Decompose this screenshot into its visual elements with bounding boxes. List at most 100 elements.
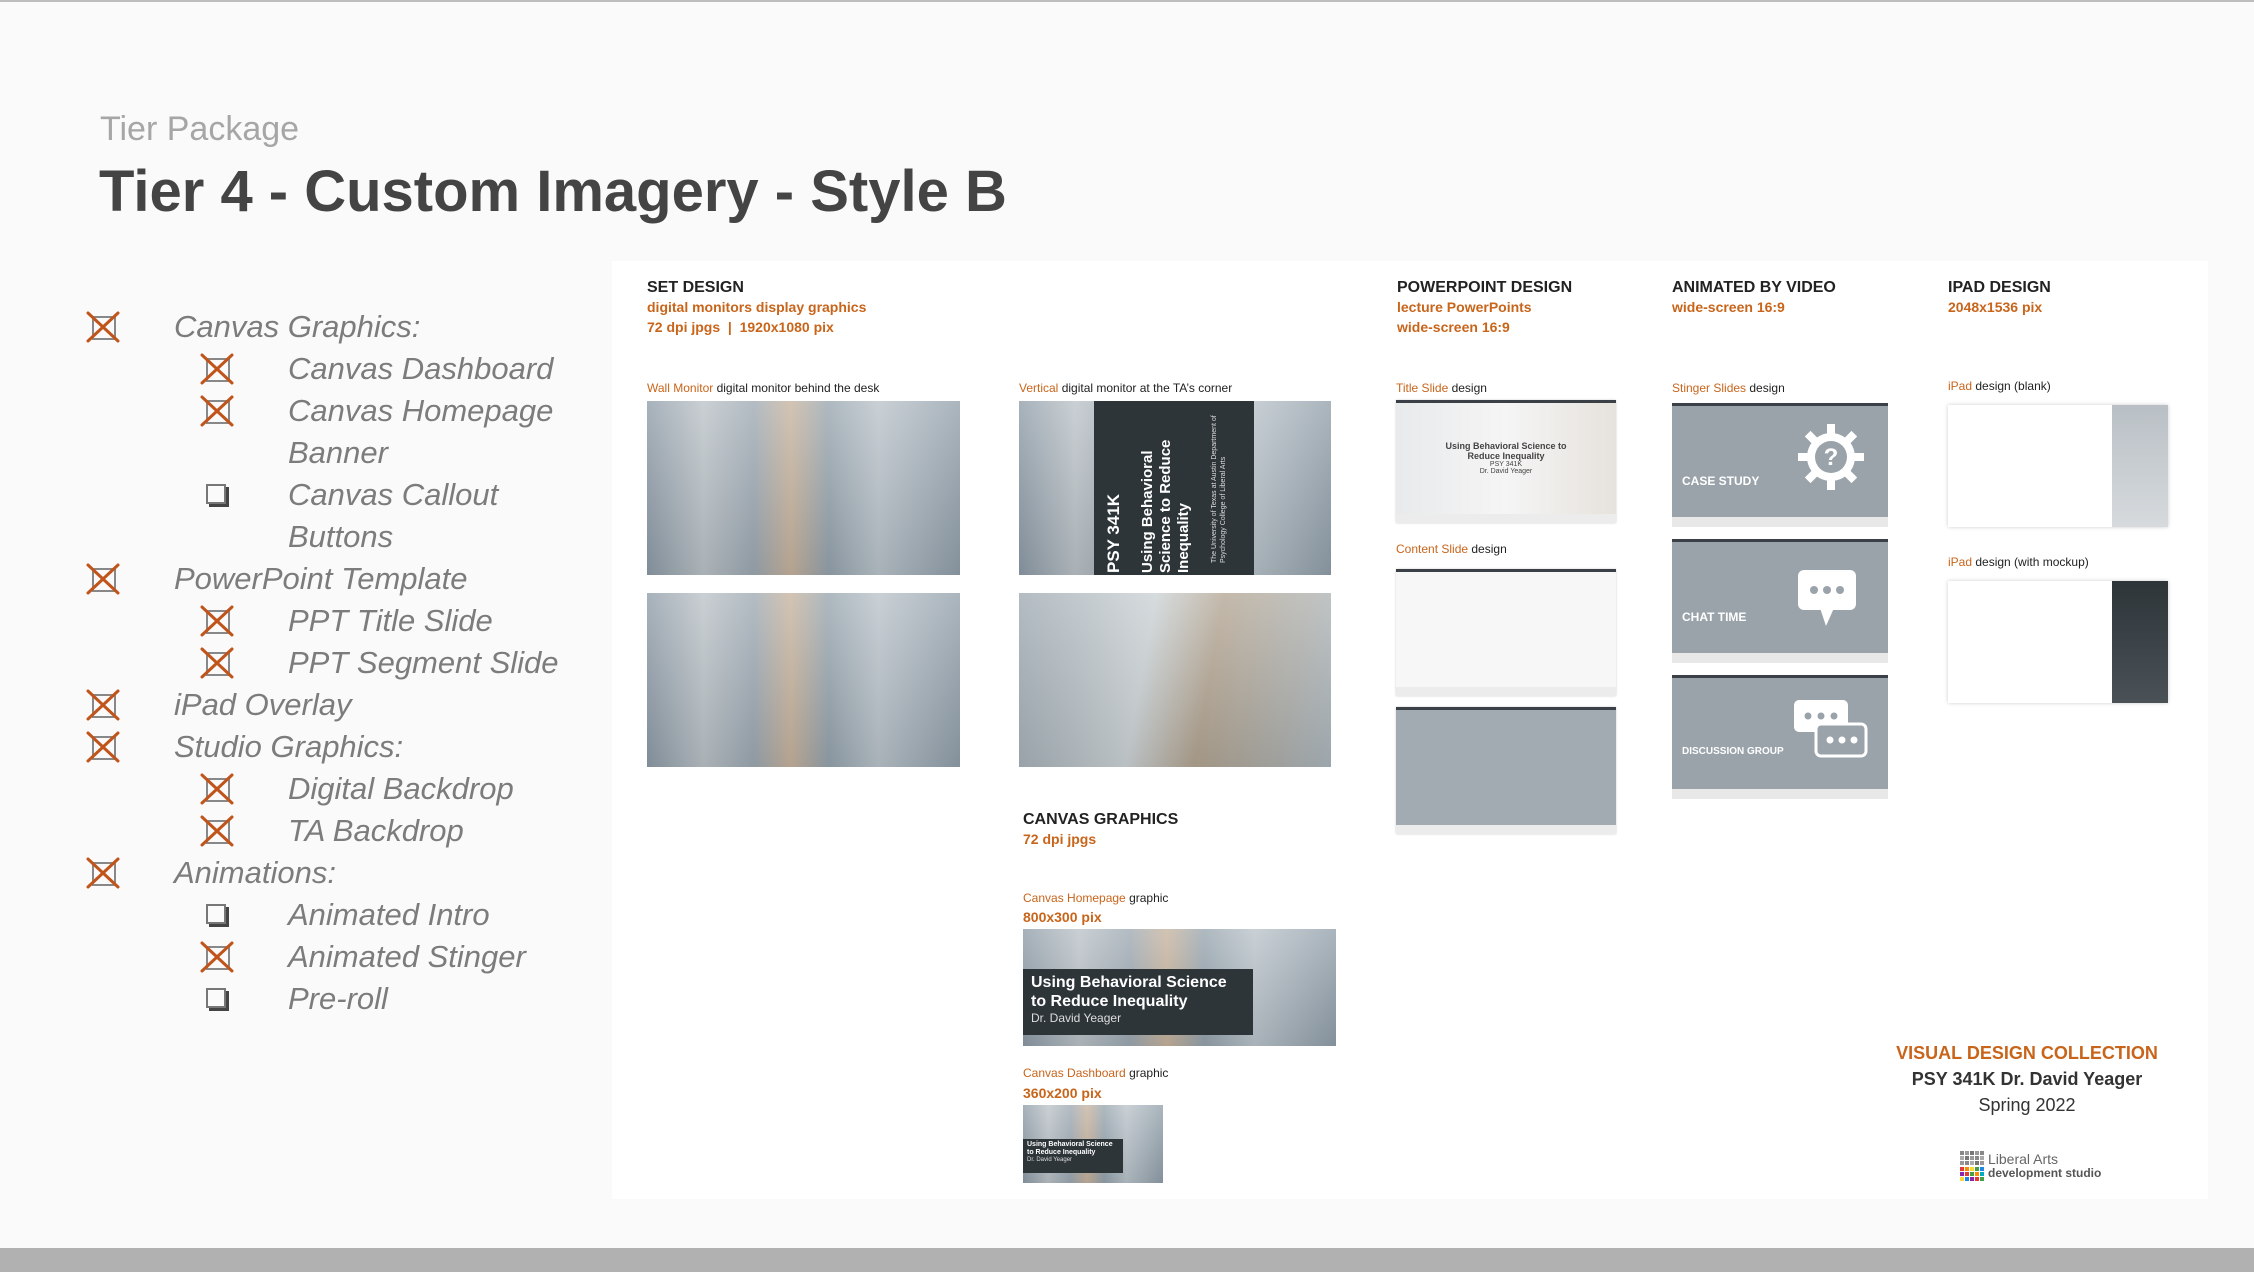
set-design-sub2: 72 dpi jpgs | 1920x1080 pix — [647, 319, 834, 335]
canvas-graphics-sub: 72 dpi jpgs — [1023, 831, 1097, 847]
checklist-item-label: PPT Segment Slide — [288, 645, 559, 680]
vertical-monitor-image-2 — [1019, 593, 1331, 767]
slide-author: Dr. David Yeager — [1479, 468, 1533, 475]
checklist-item-label: TA Backdrop — [288, 813, 464, 848]
checklist-item: Canvas Homepage — [86, 390, 606, 432]
content-slide-label: Content Slide design — [1396, 542, 1507, 556]
ipad-heading: IPAD DESIGN — [1948, 279, 2051, 296]
checklist-item: Animated Stinger — [86, 936, 606, 978]
checklist-item: Animations: — [86, 852, 606, 894]
checklist-item-label: Buttons — [288, 519, 394, 554]
checklist-item: Studio Graphics: — [86, 726, 606, 768]
case-study-text: CASE STUDY — [1682, 474, 1760, 488]
checklist-item: Pre-roll — [86, 978, 606, 1020]
unchecked-box-icon — [206, 988, 228, 1010]
vertical-card-subtitle: Using Behavioral Science to Reduce Inequ… — [1139, 439, 1192, 573]
dashboard-title: Using Behavioral Science to Reduce Inequ… — [1027, 1141, 1113, 1156]
checked-box-icon — [86, 731, 120, 763]
stinger-discussion-group: DISCUSSION GROUP — [1672, 675, 1888, 799]
vertical-title-card: PSY 341K Using Behavioral Science to Red… — [1094, 401, 1254, 575]
unchecked-box-icon — [206, 904, 228, 926]
set-design-sub1: digital monitors display graphics — [647, 299, 867, 315]
chat-time-text: CHAT TIME — [1682, 610, 1747, 624]
svg-text:?: ? — [1824, 444, 1839, 471]
collection-title: VISUAL DESIGN COLLECTION — [1896, 1043, 2158, 1063]
stinger-label: Stinger Slides design — [1672, 381, 1785, 395]
bottom-bar — [0, 1248, 2254, 1272]
checklist-item: PowerPoint Template — [86, 558, 606, 600]
vertical-card-department: The University of Texas at Austin Depart… — [1211, 415, 1227, 563]
checked-box-icon — [86, 311, 120, 343]
checklist-item-label: Animated Stinger — [288, 939, 526, 974]
checked-box-icon — [86, 563, 120, 595]
powerpoint-heading: POWERPOINT DESIGN — [1397, 279, 1573, 296]
checked-box-icon — [200, 395, 234, 427]
homepage-title-card: Using Behavioral Science to Reduce Inequ… — [1023, 969, 1253, 1035]
ipad-mockup-preview — [1948, 581, 2168, 703]
vertical-monitor-image-1: PSY 341K Using Behavioral Science to Red… — [1019, 401, 1331, 575]
checklist-item-label: Banner — [288, 435, 388, 470]
homepage-title: Using Behavioral Science to Reduce Inequ… — [1031, 974, 1227, 1010]
checklist-item: Canvas Dashboard — [86, 348, 606, 390]
collection-info: VISUAL DESIGN COLLECTION PSY 341K Dr. Da… — [1867, 1040, 2187, 1118]
checked-box-icon — [200, 353, 234, 385]
checklist-item: iPad Overlay — [86, 684, 606, 726]
ipad-blank-label: iPad design (blank) — [1948, 379, 2051, 393]
powerpoint-sub2: wide-screen 16:9 — [1397, 319, 1510, 335]
checked-box-icon — [86, 689, 120, 721]
checklist-item: TA Backdrop — [86, 810, 606, 852]
checked-box-icon — [200, 773, 234, 805]
dashboard-author: Dr. David Yeager — [1027, 1157, 1073, 1163]
logo-line-2: development studio — [1988, 1166, 2102, 1180]
powerpoint-sub1: lecture PowerPoints — [1397, 299, 1532, 315]
checklist-item-label: Canvas Dashboard — [288, 351, 554, 386]
checked-box-icon — [200, 941, 234, 973]
ipad-blank-preview — [1948, 405, 2168, 527]
canvas-dashboard-size: 360x200 pix — [1023, 1085, 1102, 1101]
collection-course: PSY 341K Dr. David Yeager — [1911, 1069, 2143, 1089]
slide-course: PSY 341K — [1489, 461, 1523, 468]
animated-sub1: wide-screen 16:9 — [1672, 299, 1785, 315]
checklist-item-label: Studio Graphics: — [174, 729, 404, 764]
ipad-sub1: 2048x1536 pix — [1948, 299, 2043, 315]
deliverables-checklist: Canvas Graphics: Canvas Dashboard Canvas H… — [86, 306, 606, 1020]
logo-grid-icon — [1960, 1151, 1984, 1181]
content-slide-preview-2 — [1396, 707, 1616, 834]
dashboard-title-card: Using Behavioral Science to Reduce Inequ… — [1023, 1139, 1123, 1173]
canvas-homepage-image: Using Behavioral Science to Reduce Inequ… — [1023, 929, 1336, 1046]
ipad-mockup-label: iPad design (with mockup) — [1948, 555, 2089, 569]
canvas-dashboard-image: Using Behavioral Science to Reduce Inequ… — [1023, 1105, 1163, 1183]
slide-title: Using Behavioral Science to Reduce Inequ… — [1445, 441, 1567, 461]
checklist-item: Canvas Callout — [86, 474, 606, 516]
checklist-item: Buttons — [86, 516, 606, 558]
content-slide-preview-1 — [1396, 569, 1616, 696]
checklist-item-label: PPT Title Slide — [288, 603, 493, 638]
checklist-item: Banner — [86, 432, 606, 474]
checklist-item: Canvas Graphics: — [86, 306, 606, 348]
chat-bubble-icon — [1798, 570, 1856, 626]
canvas-graphics-heading: CANVAS GRAPHICS — [1023, 811, 1179, 828]
collection-term: Spring 2022 — [1978, 1095, 2076, 1115]
vertical-monitor-label: Vertical digital monitor at the TA’s cor… — [1019, 381, 1233, 395]
checklist-item-label: Animations: — [174, 855, 336, 890]
checklist-item-label: iPad Overlay — [174, 687, 352, 722]
checklist-item-label: Canvas Graphics: — [174, 309, 421, 344]
canvas-dashboard-label: Canvas Dashboard graphic — [1023, 1066, 1169, 1080]
animated-heading: ANIMATED BY VIDEO — [1672, 279, 1836, 296]
checklist-item-label: Canvas Homepage — [288, 393, 554, 428]
stinger-chat-time: CHAT TIME — [1672, 539, 1888, 663]
title-slide-label: Title Slide design — [1396, 381, 1487, 395]
stinger-case-study: CASE STUDY ? — [1672, 403, 1888, 527]
checklist-item-label: Digital Backdrop — [288, 771, 514, 806]
wall-monitor-label: Wall Monitor digital monitor behind the … — [647, 381, 880, 395]
checked-box-icon — [200, 815, 234, 847]
vertical-card-title: PSY 341K — [1104, 493, 1123, 573]
checklist-item-label: Animated Intro — [288, 897, 490, 932]
checklist-item: Digital Backdrop — [86, 768, 606, 810]
wall-monitor-image-1 — [647, 401, 960, 575]
wall-monitor-image-2 — [647, 593, 960, 767]
checked-box-icon — [200, 647, 234, 679]
top-border — [0, 0, 2254, 2]
canvas-homepage-size: 800x300 pix — [1023, 909, 1102, 925]
discussion-group-text: DISCUSSION GROUP — [1682, 746, 1784, 757]
